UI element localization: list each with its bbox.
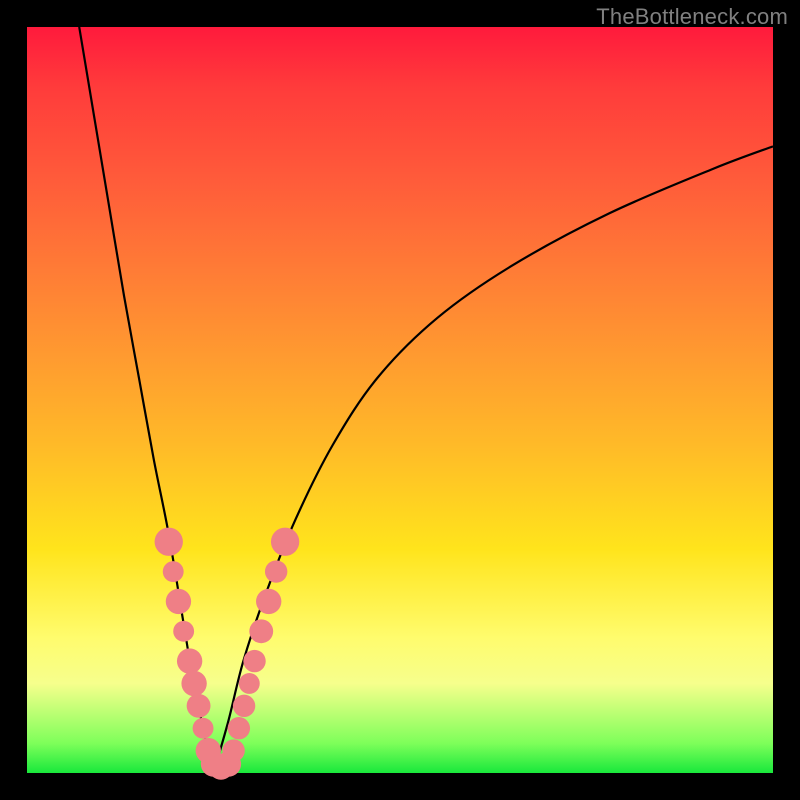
data-bead: [233, 695, 255, 717]
data-bead: [193, 718, 214, 739]
data-bead: [249, 619, 273, 643]
data-bead: [265, 560, 287, 582]
data-bead: [222, 739, 244, 761]
right-curve: [214, 146, 774, 773]
data-bead: [228, 717, 250, 739]
attribution-text: TheBottleneck.com: [596, 4, 788, 30]
chart-frame: TheBottleneck.com: [0, 0, 800, 800]
data-bead: [155, 528, 183, 556]
data-bead: [173, 621, 194, 642]
bead-group: [155, 528, 300, 780]
plot-area: [27, 27, 773, 773]
data-bead: [243, 650, 265, 672]
data-bead: [177, 648, 202, 673]
data-bead: [239, 673, 260, 694]
data-bead: [181, 671, 206, 696]
chart-svg: [27, 27, 773, 773]
data-bead: [163, 561, 184, 582]
data-bead: [271, 528, 299, 556]
data-bead: [166, 589, 191, 614]
data-bead: [256, 589, 281, 614]
data-bead: [187, 694, 211, 718]
